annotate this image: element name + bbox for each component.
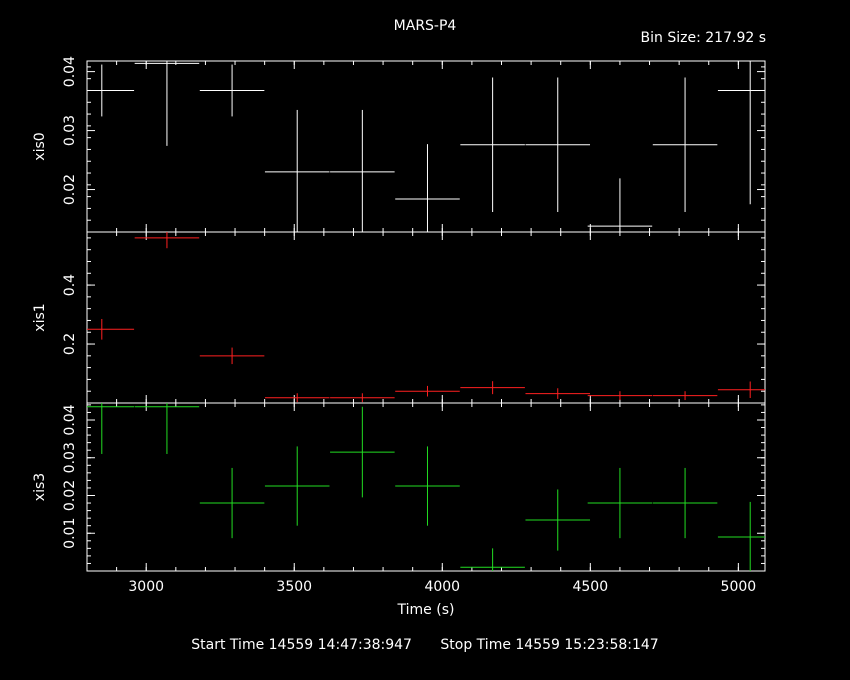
- time-range-footer: Start Time 14559 14:47:38:947 Stop Time …: [0, 637, 850, 653]
- data-point: [134, 61, 200, 146]
- panel-frame: [86, 231, 766, 404]
- data-point: [134, 403, 200, 454]
- data-point: [330, 109, 395, 232]
- data-point: [717, 61, 765, 205]
- y-axis-label: xis1: [32, 303, 48, 331]
- series-xis3: [87, 403, 765, 571]
- x-tick-label: 4500: [572, 579, 608, 595]
- y-axis-label: xis0: [32, 132, 48, 160]
- y-axis-label: xis3: [32, 473, 48, 501]
- y-tick-label: 0.4: [62, 274, 78, 296]
- data-point: [525, 489, 591, 551]
- series-xis1: [87, 232, 765, 403]
- series-xis0: [87, 61, 765, 232]
- data-point: [87, 64, 135, 117]
- data-point: [717, 501, 765, 571]
- x-tick-label: 5000: [721, 579, 757, 595]
- x-tick-label: 3500: [276, 579, 312, 595]
- stop-time-label: Stop Time 14559 15:23:58:147: [440, 637, 659, 653]
- data-point: [264, 109, 330, 232]
- data-point: [652, 77, 718, 212]
- y-tick-label: 0.03: [62, 115, 78, 146]
- data-point: [264, 393, 330, 403]
- data-point: [717, 381, 765, 398]
- data-point: [264, 446, 330, 526]
- light-curve-plot: 0.020.030.04xis00.20.4xis10.010.020.030.…: [32, 56, 766, 618]
- start-time-label: Start Time 14559 14:47:38:947: [191, 637, 412, 653]
- data-point: [525, 77, 591, 212]
- y-tick-label: 0.04: [62, 56, 78, 87]
- x-tick-label: 3000: [128, 579, 164, 595]
- data-point: [87, 318, 135, 340]
- panel-frame: [86, 60, 766, 233]
- data-point: [87, 403, 135, 454]
- data-point: [652, 467, 718, 539]
- panel-frame: [86, 402, 766, 572]
- data-point: [330, 406, 395, 498]
- y-tick-label: 0.02: [62, 174, 78, 205]
- data-point: [395, 385, 460, 397]
- data-point: [199, 347, 265, 365]
- data-point: [587, 178, 653, 232]
- y-tick-label: 0.04: [62, 404, 78, 435]
- data-point: [587, 391, 653, 401]
- data-point: [395, 446, 460, 526]
- data-point: [587, 467, 653, 539]
- data-point: [395, 144, 460, 232]
- data-point: [525, 388, 591, 399]
- y-tick-label: 0.2: [62, 333, 78, 355]
- panel-xis3: 0.01 0.02 0.03 0.04 xis3 3000 3500 4000 4500 5000…: [32, 402, 766, 618]
- data-point: [199, 467, 265, 539]
- y-tick-label: 0.02: [62, 480, 78, 511]
- x-tick-label: 4000: [424, 579, 460, 595]
- data-point: [460, 381, 525, 395]
- panel-xis0: 0.02 0.03 0.04 xis0: [32, 56, 766, 233]
- data-point: [652, 391, 718, 401]
- data-point: [460, 77, 525, 212]
- data-point: [134, 232, 200, 249]
- x-axis-label: Time (s): [397, 602, 455, 618]
- data-point: [460, 548, 525, 571]
- panel-xis1: 0.2 0.4 xis1: [32, 231, 766, 404]
- data-point: [330, 393, 395, 403]
- y-tick-label: 0.03: [62, 442, 78, 473]
- data-point: [199, 64, 265, 117]
- y-tick-label: 0.01: [62, 518, 78, 549]
